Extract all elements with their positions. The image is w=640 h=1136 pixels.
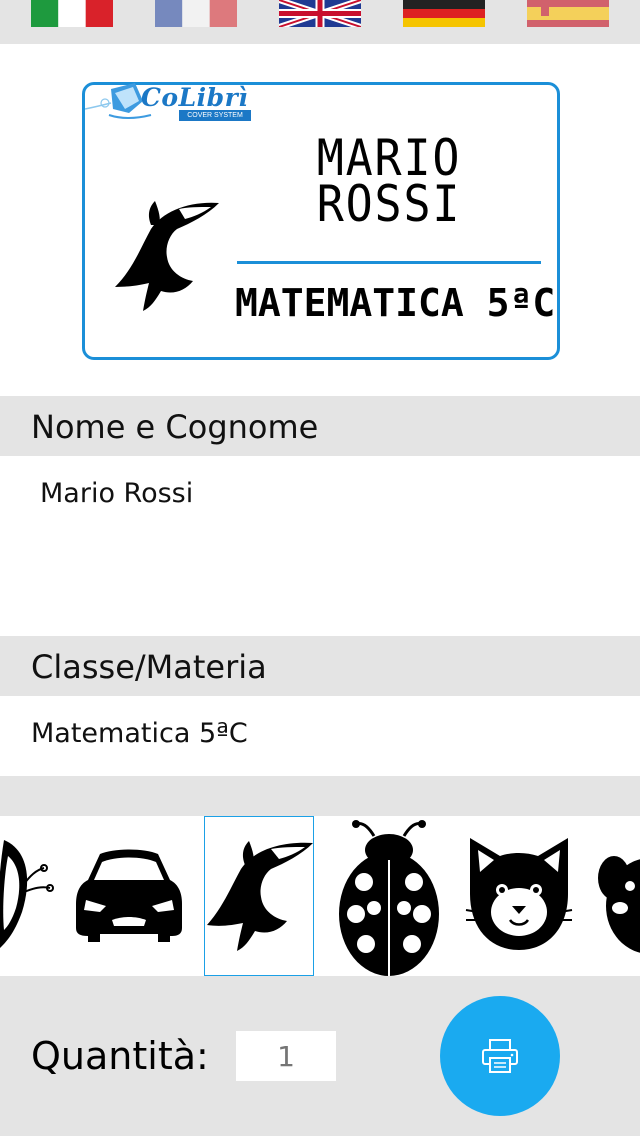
label-name: MARIO ROSSI <box>235 133 543 233</box>
label-name-line2: ROSSI <box>316 175 462 233</box>
language-bar <box>0 0 640 44</box>
butterfly-icon <box>0 840 54 948</box>
class-input[interactable]: Matematica 5ªC <box>0 696 640 776</box>
icon-option-ladybug[interactable] <box>334 816 444 976</box>
label-class: MATEMATICA 5ªC <box>235 281 556 325</box>
icon-option-butterfly[interactable] <box>0 816 54 976</box>
name-section-header: Nome e Cognome <box>0 396 640 456</box>
class-section-header: Classe/Materia <box>0 636 640 696</box>
logo-text: CoLibrì <box>141 83 249 112</box>
icon-picker[interactable] <box>0 816 640 976</box>
shark-icon <box>115 201 219 311</box>
icon-option-dog[interactable] <box>594 816 640 976</box>
icon-option-shark[interactable] <box>204 816 314 976</box>
quantity-input[interactable] <box>236 1031 336 1081</box>
print-button[interactable] <box>440 996 560 1116</box>
strip-spacer <box>0 776 640 816</box>
dog-icon <box>598 856 640 953</box>
shark-icon <box>207 841 313 951</box>
icon-option-car[interactable] <box>74 816 184 976</box>
germany-flag-icon[interactable] <box>403 0 485 27</box>
uk-flag-icon[interactable] <box>279 0 361 27</box>
france-flag-icon[interactable] <box>155 0 237 27</box>
label-separator <box>237 261 541 264</box>
logo-subtitle: COVER SYSTEM <box>179 110 251 121</box>
icon-option-cat[interactable] <box>464 816 574 976</box>
ladybug-icon <box>339 820 439 976</box>
name-textarea[interactable]: Mario Rossi <box>0 456 640 636</box>
italy-flag-icon[interactable] <box>31 0 113 27</box>
colibri-logo: CoLibrì COVER SYSTEM <box>85 79 255 131</box>
label-preview: CoLibrì COVER SYSTEM MARIO ROSSI MATEMAT… <box>82 82 560 360</box>
car-icon <box>76 849 182 942</box>
quantity-label: Quantità: <box>31 1034 209 1078</box>
spain-flag-icon[interactable] <box>527 0 609 27</box>
printer-icon <box>482 1039 518 1073</box>
cat-icon <box>465 838 573 950</box>
